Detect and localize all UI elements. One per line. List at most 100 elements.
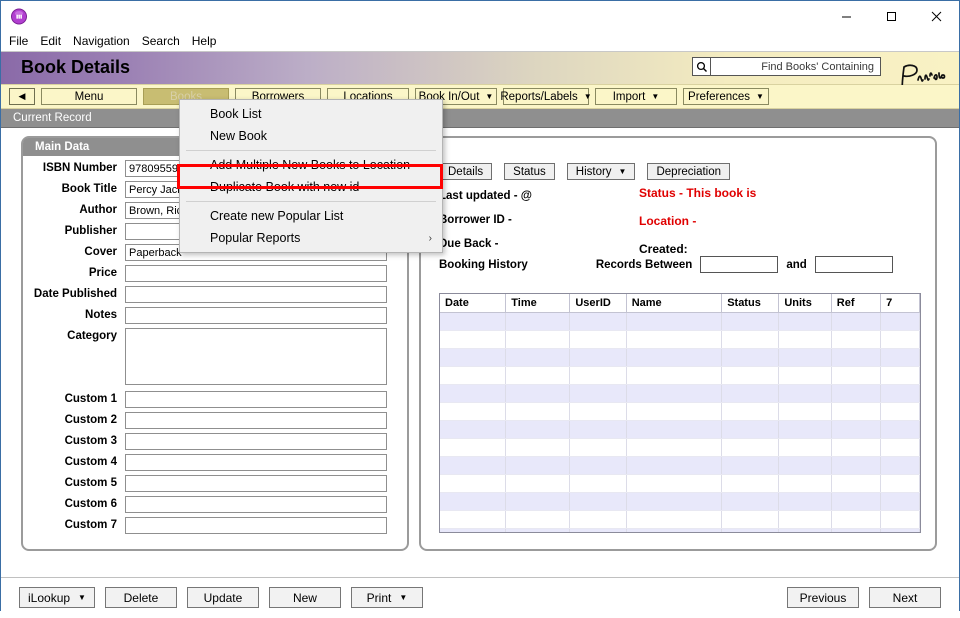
field-label: Custom 2: [64, 414, 117, 426]
field-row-custom-5: Custom 5: [23, 475, 407, 492]
toolbar-item-preferences[interactable]: Preferences ▼: [683, 88, 769, 105]
window-titlebar: [1, 1, 959, 31]
chevron-down-icon: ▼: [756, 92, 764, 101]
column-header-7[interactable]: 7: [880, 294, 920, 313]
delete-button[interactable]: Delete: [104, 587, 177, 608]
toolbar-item-import[interactable]: Import ▼: [595, 88, 677, 105]
button-label: New: [292, 590, 317, 605]
record-info-column: Last updated - @ Borrower ID - Due Back …: [439, 190, 532, 262]
current-record-bar: Current Record: [1, 109, 959, 128]
field-label: Custom 5: [64, 477, 117, 489]
table-row[interactable]: [440, 402, 920, 421]
print-button[interactable]: Print ▼: [350, 587, 423, 608]
menu-item-duplicate-book-with-new-id[interactable]: Duplicate Book with new id: [180, 176, 442, 198]
table-row[interactable]: [440, 330, 920, 349]
menu-help[interactable]: Help: [192, 32, 225, 50]
table-row[interactable]: [440, 438, 920, 457]
table-row[interactable]: [440, 492, 920, 511]
notes-input[interactable]: [125, 307, 387, 324]
tab-status[interactable]: Status: [504, 163, 555, 180]
menu-item-label: Duplicate Book with new id: [210, 180, 360, 194]
price-input[interactable]: [125, 265, 387, 282]
footer-actionbar: iLookup ▼ Delete Update New Print ▼ Prev…: [1, 577, 959, 618]
toolbar-item-menu[interactable]: Menu: [41, 88, 137, 105]
menu-item-create-new-popular-list[interactable]: Create new Popular List: [180, 205, 442, 227]
booking-history-label: Booking History: [439, 258, 528, 271]
column-header-name[interactable]: Name: [626, 294, 723, 313]
menu-item-add-multiple-new-books-to-location[interactable]: Add Multiple New Books to Location: [180, 154, 442, 176]
created-text: Created:: [639, 242, 688, 256]
field-row-custom-6: Custom 6: [23, 496, 407, 513]
table-row[interactable]: [440, 474, 920, 493]
last-updated-text: Last updated - @: [439, 190, 532, 202]
chevron-down-icon: ▼: [583, 92, 592, 101]
records-from-input[interactable]: [700, 256, 779, 273]
category-textarea[interactable]: [125, 328, 387, 385]
field-row-category: Category: [23, 328, 407, 385]
table-row[interactable]: [440, 348, 920, 367]
table-row[interactable]: [440, 420, 920, 439]
back-arrow-icon: ◀: [18, 91, 26, 101]
search-input[interactable]: [711, 57, 881, 76]
menu-item-new-book[interactable]: New Book: [180, 125, 442, 147]
column-header-time[interactable]: Time: [505, 294, 571, 313]
tab-history[interactable]: History ▼: [566, 163, 636, 180]
column-header-ref[interactable]: Ref: [831, 294, 882, 313]
booking-history-table: Date Time UserID Name Status Units Ref 7: [440, 294, 920, 532]
tab-depreciation[interactable]: Depreciation: [647, 163, 731, 180]
chevron-down-icon: ▼: [651, 92, 660, 101]
menu-edit[interactable]: Edit: [40, 32, 69, 50]
tab-label: History: [575, 165, 612, 178]
field-label: ISBN Number: [42, 162, 117, 174]
table-row[interactable]: [440, 528, 920, 532]
new-button[interactable]: New: [268, 587, 341, 608]
field-label: Custom 4: [64, 456, 117, 468]
chevron-down-icon: ▼: [618, 167, 627, 176]
button-label: Delete: [123, 590, 159, 605]
back-button[interactable]: ◀: [9, 88, 35, 105]
custom-1-input[interactable]: [125, 391, 387, 408]
menu-separator: [186, 150, 436, 151]
booking-history-grid[interactable]: Date Time UserID Name Status Units Ref 7: [439, 293, 921, 533]
chevron-down-icon: ▼: [78, 593, 86, 602]
search-icon[interactable]: [692, 57, 711, 76]
maximize-button[interactable]: [869, 1, 914, 31]
button-label: Next: [892, 590, 918, 605]
custom-6-input[interactable]: [125, 496, 387, 513]
minimize-icon: [842, 16, 851, 17]
menu-file[interactable]: File: [9, 32, 36, 50]
menu-item-popular-reports[interactable]: Popular Reports ›: [180, 227, 442, 249]
field-row-custom-4: Custom 4: [23, 454, 407, 471]
update-button[interactable]: Update: [186, 587, 259, 608]
minimize-button[interactable]: [824, 1, 869, 31]
custom-4-input[interactable]: [125, 454, 387, 471]
column-header-units[interactable]: Units: [778, 294, 832, 313]
table-row[interactable]: [440, 366, 920, 385]
previous-button[interactable]: Previous: [787, 587, 859, 608]
menu-item-book-list[interactable]: Book List: [180, 103, 442, 125]
table-row[interactable]: [440, 312, 920, 331]
records-to-input[interactable]: [814, 256, 893, 273]
custom-3-input[interactable]: [125, 433, 387, 450]
custom-7-input[interactable]: [125, 517, 387, 534]
column-header-userid[interactable]: UserID: [569, 294, 627, 313]
custom-2-input[interactable]: [125, 412, 387, 429]
table-row[interactable]: [440, 456, 920, 475]
chevron-right-icon: ›: [428, 232, 432, 244]
field-label: Date Published: [33, 288, 117, 300]
ilookup-button[interactable]: iLookup ▼: [19, 587, 95, 608]
close-button[interactable]: [914, 1, 959, 31]
toolbar-item-reports-labels[interactable]: Reports/Labels ▼: [500, 88, 592, 105]
menu-search[interactable]: Search: [142, 32, 188, 50]
next-button[interactable]: Next: [869, 587, 941, 608]
tab-details[interactable]: Details: [439, 163, 493, 180]
field-row-notes: Notes: [23, 307, 407, 324]
column-header-date[interactable]: Date: [440, 294, 507, 313]
table-row[interactable]: [440, 384, 920, 403]
table-row[interactable]: [440, 510, 920, 529]
column-header-status[interactable]: Status: [721, 294, 780, 313]
date-published-input[interactable]: [125, 286, 387, 303]
menu-navigation[interactable]: Navigation: [73, 32, 138, 50]
custom-5-input[interactable]: [125, 475, 387, 492]
toolbar-label: Reports/Labels: [500, 90, 578, 103]
